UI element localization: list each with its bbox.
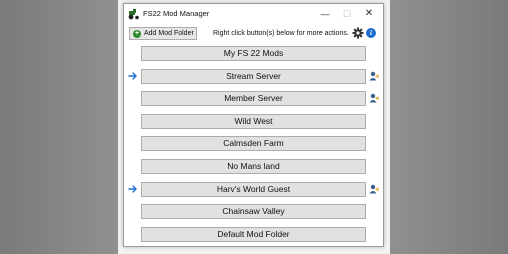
mod-row: Calmsden Farm — [124, 136, 383, 153]
active-arrow-icon — [128, 71, 137, 80]
mod-row: My FS 22 Mods — [124, 46, 383, 63]
add-mod-folder-label: Add Mod Folder — [144, 30, 194, 37]
background-right — [390, 0, 508, 254]
mod-manager-window: FS22 Mod Manager — ☐ ✕ + Add Mod Folder … — [123, 3, 384, 247]
mod-row: Harv's World Guest — [124, 181, 383, 199]
mod-row: No Mans land — [124, 159, 383, 176]
background-left — [0, 0, 118, 254]
mod-folder-button[interactable]: Calmsden Farm — [141, 136, 366, 152]
tractor-icon — [128, 9, 139, 20]
mod-folder-button[interactable]: No Mans land — [141, 159, 366, 174]
add-icon: + — [133, 29, 141, 38]
active-arrow-icon — [128, 184, 137, 193]
user-icon — [369, 184, 379, 194]
mod-row: Chainsaw Valley — [124, 204, 383, 221]
user-icon — [369, 93, 379, 103]
info-icon[interactable]: i — [366, 28, 376, 38]
add-mod-folder-button[interactable]: + Add Mod Folder — [129, 27, 197, 40]
mod-folder-button[interactable]: Wild West — [141, 113, 366, 129]
mod-folder-button[interactable]: Chainsaw Valley — [141, 204, 366, 220]
close-button[interactable]: ✕ — [361, 7, 377, 21]
minimize-button[interactable]: — — [317, 7, 333, 21]
mod-folder-button[interactable]: Stream Server — [141, 68, 366, 84]
mod-folder-button[interactable]: Harv's World Guest — [141, 181, 366, 197]
mod-row: Stream Server — [124, 68, 383, 86]
user-icon — [369, 71, 379, 81]
mod-folder-button[interactable]: Default Mod Folder — [141, 226, 366, 242]
mod-row: Wild West — [124, 113, 383, 131]
mod-folder-button[interactable]: Member Server — [141, 91, 366, 107]
mod-folder-button[interactable]: My FS 22 Mods — [141, 46, 366, 61]
maximize-button[interactable]: ☐ — [339, 7, 355, 21]
mod-row: Member Server — [124, 91, 383, 108]
gear-icon[interactable] — [352, 27, 364, 39]
hint-text: Right click button(s) below for more act… — [213, 30, 349, 37]
mod-row: Default Mod Folder — [124, 226, 383, 244]
window-title: FS22 Mod Manager — [143, 9, 210, 18]
title-bar[interactable]: FS22 Mod Manager — ☐ ✕ — [124, 4, 383, 24]
